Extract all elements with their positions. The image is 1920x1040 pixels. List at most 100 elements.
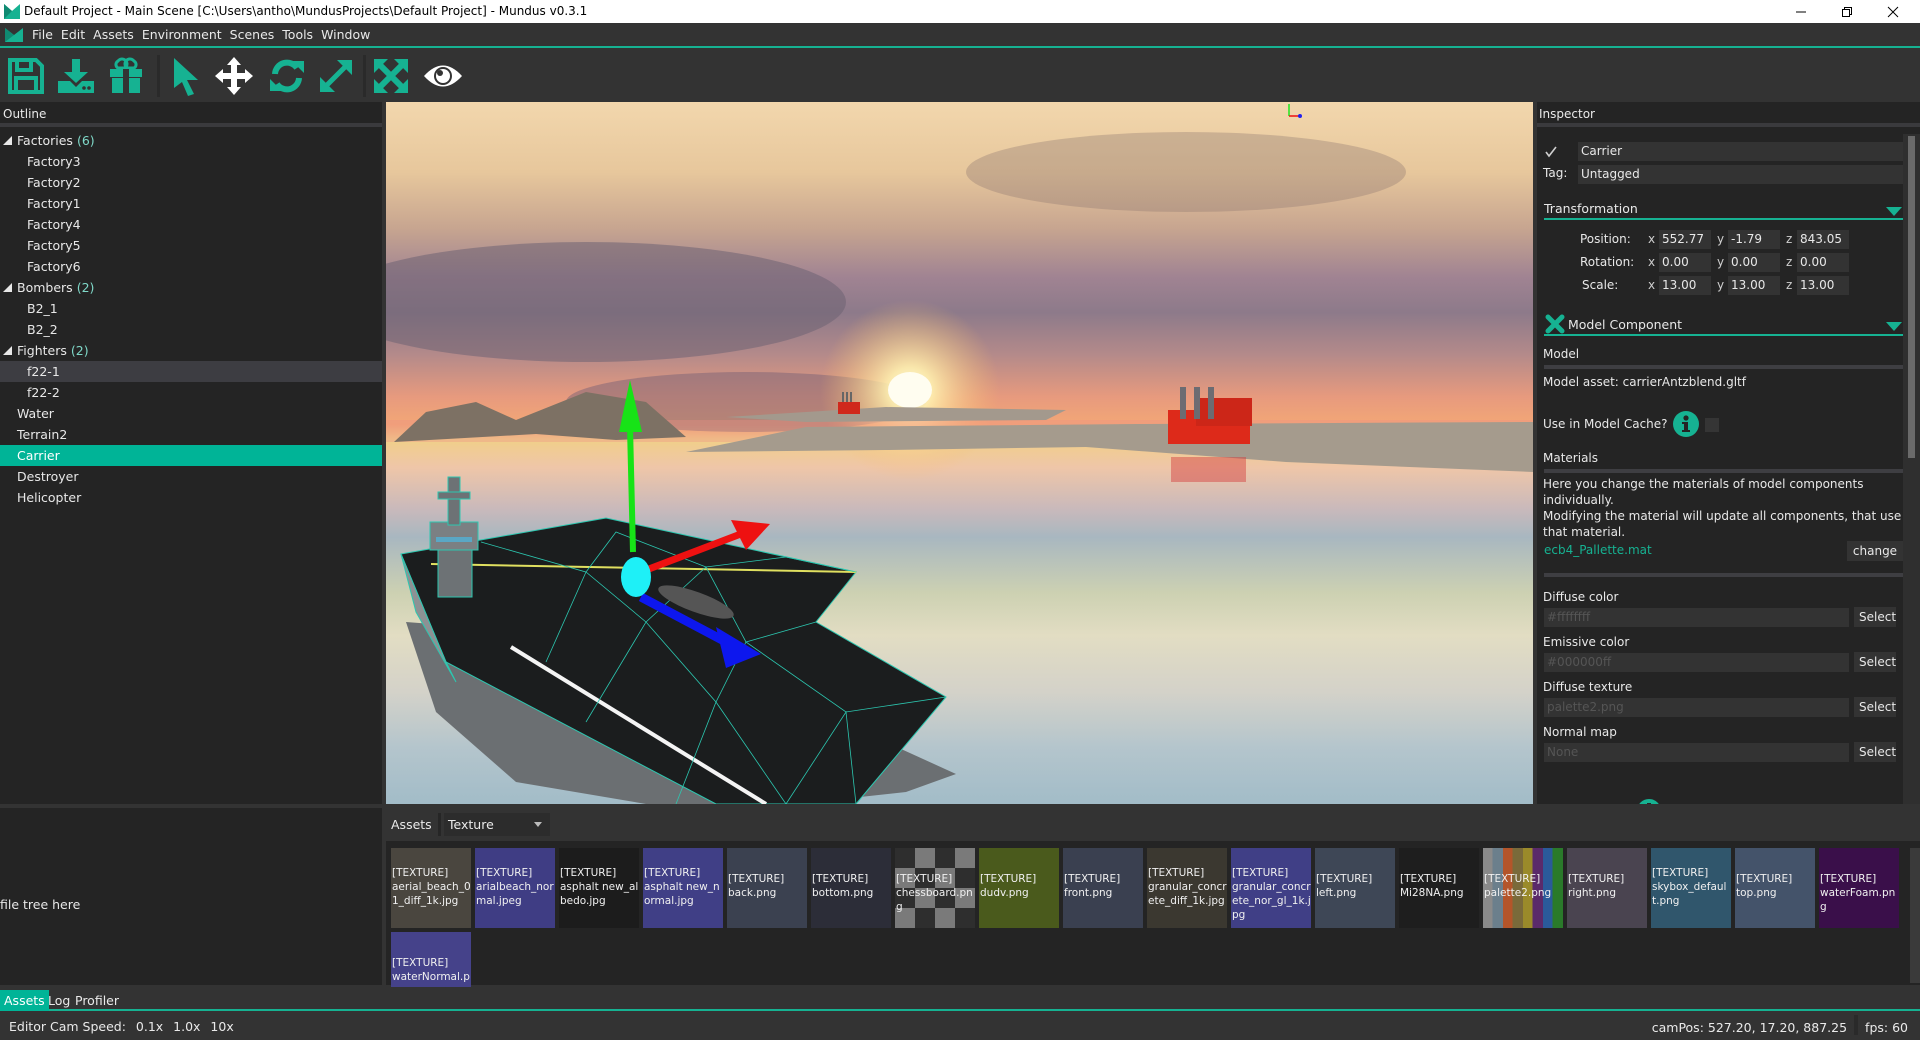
normal-map-input[interactable]: None bbox=[1544, 743, 1849, 762]
tree-item[interactable]: f22-2 bbox=[0, 382, 382, 403]
asset-tile[interactable]: [TEXTURE] granular_concrete_diff_1k.jpg bbox=[1147, 848, 1227, 928]
asset-tile[interactable]: [TEXTURE] front.png bbox=[1063, 848, 1143, 928]
cam-speed-10x-button[interactable]: 10x bbox=[210, 1019, 233, 1034]
scale-tool-button[interactable] bbox=[315, 56, 357, 96]
asset-tile[interactable]: [TEXTURE] left.png bbox=[1315, 848, 1395, 928]
menu-tools[interactable]: Tools bbox=[282, 27, 313, 42]
emissive-color-select-button[interactable]: Select bbox=[1854, 652, 1896, 672]
gizmo-y-axis[interactable] bbox=[627, 426, 636, 553]
tree-item[interactable]: Terrain2 bbox=[0, 424, 382, 445]
game-object-name-input[interactable]: Carrier bbox=[1578, 142, 1903, 161]
export-button[interactable] bbox=[55, 56, 97, 96]
tab-profiler[interactable]: Profiler bbox=[71, 990, 123, 1011]
rotation-z-input[interactable]: 0.00 bbox=[1797, 253, 1849, 272]
scale-x-input[interactable]: 13.00 bbox=[1659, 276, 1711, 295]
tree-item[interactable]: f22-1 bbox=[0, 361, 382, 382]
asset-tile[interactable]: [TEXTURE] right.png bbox=[1567, 848, 1647, 928]
minimize-button[interactable] bbox=[1778, 0, 1824, 23]
position-z-input[interactable]: 843.05 bbox=[1797, 230, 1849, 249]
asset-tile[interactable]: [TEXTURE] bottom.png bbox=[811, 848, 891, 928]
asset-tile[interactable]: [TEXTURE] asphalt new_albedo.jpg bbox=[559, 848, 639, 928]
scrollbar-thumb[interactable] bbox=[1908, 136, 1915, 458]
add-component-icon[interactable] bbox=[1637, 799, 1661, 804]
close-button[interactable] bbox=[1870, 0, 1916, 23]
restore-button[interactable] bbox=[1824, 0, 1870, 23]
scale-z-input[interactable]: 13.00 bbox=[1797, 276, 1849, 295]
menu-assets[interactable]: Assets bbox=[93, 27, 134, 42]
asset-tile[interactable]: [TEXTURE] chessboard.png bbox=[895, 848, 975, 928]
tree-item[interactable]: Factory3 bbox=[0, 151, 382, 172]
tab-log[interactable]: Log bbox=[44, 990, 74, 1011]
tree-group[interactable]: Factories (6) bbox=[0, 130, 382, 151]
tree-group[interactable]: Bombers (2) bbox=[0, 277, 382, 298]
inspector-scrollbar[interactable] bbox=[1903, 134, 1920, 804]
collapse-model-component-icon[interactable] bbox=[1886, 322, 1902, 331]
asset-tile[interactable]: [TEXTURE] Mi28NA.png bbox=[1399, 848, 1479, 928]
menu-edit[interactable]: Edit bbox=[61, 27, 85, 42]
translate-tool-button[interactable] bbox=[213, 56, 255, 96]
diffuse-color-input[interactable]: #ffffffff bbox=[1544, 608, 1849, 627]
expand-triangle-icon[interactable] bbox=[3, 346, 12, 355]
change-material-button[interactable]: change bbox=[1847, 541, 1903, 561]
menu-file[interactable]: File bbox=[32, 27, 53, 42]
diffuse-color-select-button[interactable]: Select bbox=[1854, 607, 1896, 627]
fullscreen-button[interactable] bbox=[370, 56, 412, 96]
asset-tile[interactable]: [TEXTURE] palette2.png bbox=[1483, 848, 1563, 928]
tree-item[interactable]: Water bbox=[0, 403, 382, 424]
visibility-button[interactable] bbox=[422, 56, 464, 96]
asset-tile[interactable]: [TEXTURE] skybox_default.png bbox=[1651, 848, 1731, 928]
tree-item[interactable]: Factory2 bbox=[0, 172, 382, 193]
active-checkbox[interactable] bbox=[1543, 144, 1559, 160]
menu-environment[interactable]: Environment bbox=[142, 27, 222, 42]
tag-input[interactable]: Untagged bbox=[1578, 165, 1903, 184]
normal-map-select-button[interactable]: Select bbox=[1854, 742, 1896, 762]
position-x-input[interactable]: 552.77 bbox=[1659, 230, 1711, 249]
tree-item[interactable]: Factory4 bbox=[0, 214, 382, 235]
rotation-x-input[interactable]: 0.00 bbox=[1659, 253, 1711, 272]
position-y-input[interactable]: -1.79 bbox=[1728, 230, 1780, 249]
gizmo-center-handle[interactable] bbox=[621, 557, 651, 597]
model-cache-checkbox[interactable] bbox=[1705, 418, 1719, 432]
rotate-tool-button[interactable] bbox=[266, 56, 308, 96]
tree-item[interactable]: Helicopter bbox=[0, 487, 382, 508]
menu-window[interactable]: Window bbox=[321, 27, 370, 42]
transformation-section-title[interactable]: Transformation bbox=[1544, 201, 1638, 216]
tree-item[interactable]: B2_1 bbox=[0, 298, 382, 319]
asset-type-dropdown[interactable]: Texture bbox=[444, 813, 550, 836]
tree-item[interactable]: Factory1 bbox=[0, 193, 382, 214]
collapse-transformation-icon[interactable] bbox=[1886, 207, 1902, 216]
emissive-color-input[interactable]: #000000ff bbox=[1544, 653, 1849, 672]
scale-y-input[interactable]: 13.00 bbox=[1728, 276, 1780, 295]
tree-item[interactable]: Destroyer bbox=[0, 466, 382, 487]
tree-item[interactable]: B2_2 bbox=[0, 319, 382, 340]
tree-item[interactable]: Factory6 bbox=[0, 256, 382, 277]
asset-tile[interactable]: [TEXTURE] top.png bbox=[1735, 848, 1815, 928]
tab-assets[interactable]: Assets bbox=[0, 990, 49, 1011]
tree-item[interactable]: Carrier bbox=[0, 445, 382, 466]
model-component-title[interactable]: Model Component bbox=[1568, 317, 1682, 332]
asset-tile[interactable]: [TEXTURE] waterFoam.png bbox=[1819, 848, 1899, 928]
diffuse-texture-input[interactable]: palette2.png bbox=[1544, 698, 1849, 717]
material-link[interactable]: ecb4_Pallette.mat bbox=[1544, 543, 1652, 557]
select-tool-button[interactable] bbox=[164, 56, 206, 96]
cam-speed-0-1x-button[interactable]: 0.1x bbox=[136, 1019, 163, 1034]
save-button[interactable] bbox=[5, 56, 47, 96]
rotation-y-input[interactable]: 0.00 bbox=[1728, 253, 1780, 272]
expand-triangle-icon[interactable] bbox=[3, 136, 12, 145]
expand-triangle-icon[interactable] bbox=[3, 283, 12, 292]
asset-tile[interactable]: [TEXTURE] aerial_beach_01_diff_1k.jpg bbox=[391, 848, 471, 928]
asset-tile[interactable]: [TEXTURE] dudv.png bbox=[979, 848, 1059, 928]
package-button[interactable] bbox=[105, 56, 147, 96]
assets-scrollbar[interactable] bbox=[1910, 848, 1920, 983]
info-icon[interactable] bbox=[1673, 411, 1699, 437]
diffuse-texture-select-button[interactable]: Select bbox=[1854, 697, 1896, 717]
asset-tile[interactable]: [TEXTURE] asphalt new_normal.jpg bbox=[643, 848, 723, 928]
asset-tile[interactable]: [TEXTURE] arialbeach_normal.jpeg bbox=[475, 848, 555, 928]
tree-item[interactable]: Factory5 bbox=[0, 235, 382, 256]
scene-viewport[interactable] bbox=[386, 102, 1533, 804]
remove-component-icon[interactable] bbox=[1545, 314, 1565, 334]
tree-group[interactable]: Fighters (2) bbox=[0, 340, 382, 361]
asset-tile[interactable]: [TEXTURE] back.png bbox=[727, 848, 807, 928]
asset-tile[interactable]: [TEXTURE] granular_concrete_nor_gl_1k.jpg bbox=[1231, 848, 1311, 928]
cam-speed-1x-button[interactable]: 1.0x bbox=[173, 1019, 200, 1034]
